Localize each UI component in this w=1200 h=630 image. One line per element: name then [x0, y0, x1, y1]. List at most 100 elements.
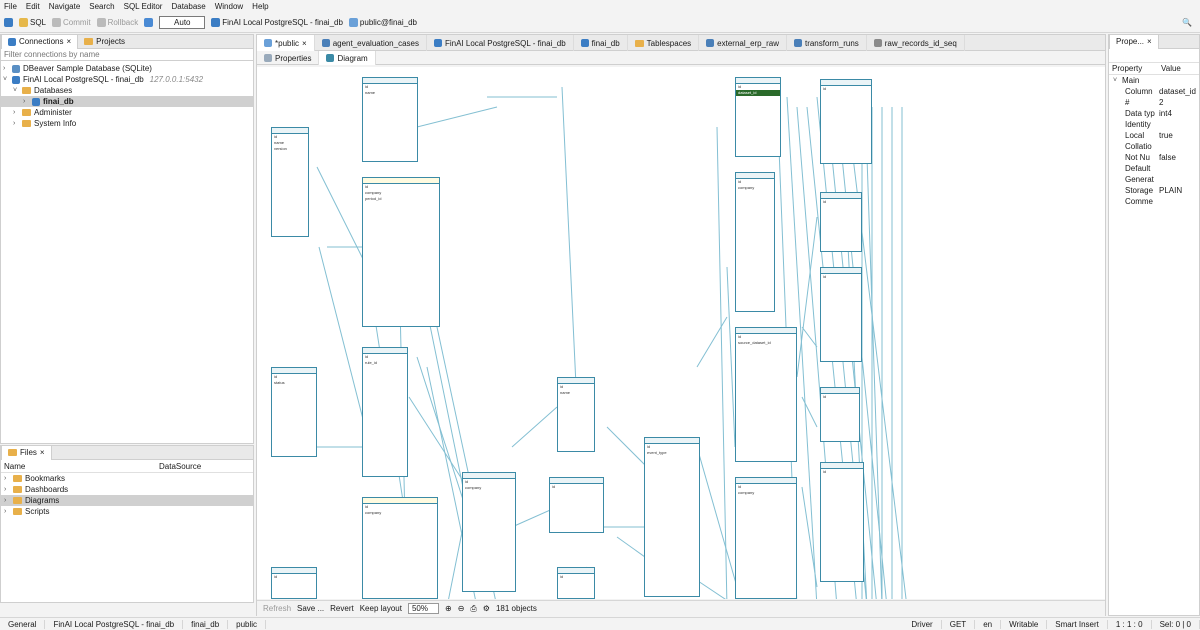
- entity-table[interactable]: id: [820, 267, 862, 362]
- tab-files[interactable]: Files ×: [1, 445, 52, 460]
- entity-table[interactable]: id name: [362, 77, 418, 162]
- menu-window[interactable]: Window: [215, 2, 243, 11]
- zoom-out-icon[interactable]: ⊖: [458, 604, 465, 613]
- property-row[interactable]: Collatio: [1109, 141, 1199, 152]
- col-datasource: DataSource: [159, 462, 202, 471]
- property-row[interactable]: #2: [1109, 97, 1199, 108]
- property-row[interactable]: Column dataset_id: [1109, 86, 1199, 97]
- search-button[interactable]: 🔍: [1182, 18, 1192, 27]
- entity-table[interactable]: id: [820, 387, 860, 442]
- entity-table[interactable]: id rule_id: [362, 347, 408, 477]
- revert-button[interactable]: Revert: [330, 604, 354, 613]
- menu-file[interactable]: File: [4, 2, 17, 11]
- sequence-icon: [873, 39, 882, 47]
- connection-filter-input[interactable]: Filter connections by name: [1, 49, 253, 61]
- entity-table[interactable]: id status: [271, 367, 317, 457]
- menu-sql-editor[interactable]: SQL Editor: [124, 2, 163, 11]
- new-connection-button[interactable]: [4, 18, 13, 27]
- tree-item-databases[interactable]: ˅ Databases: [1, 85, 253, 96]
- files-item-bookmarks[interactable]: › Bookmarks: [1, 473, 253, 484]
- keep-layout-button[interactable]: Keep layout: [360, 604, 402, 613]
- er-diagram-canvas[interactable]: id name version id name id company period_id …: [257, 67, 1105, 599]
- tab-external-erp-raw[interactable]: external_erp_raw: [699, 35, 787, 51]
- property-row[interactable]: Identity: [1109, 119, 1199, 130]
- entity-table[interactable]: id company: [735, 477, 797, 599]
- schema-selector[interactable]: public@finai_db: [348, 18, 417, 27]
- property-row[interactable]: Data typ int4: [1109, 108, 1199, 119]
- tab-finai-connection[interactable]: FinAI Local PostgreSQL - finai_db: [427, 35, 574, 51]
- status-path-connection[interactable]: FinAI Local PostgreSQL - finai_db: [45, 619, 184, 629]
- files-tabs: Files ×: [1, 445, 253, 460]
- menu-search[interactable]: Search: [89, 2, 114, 11]
- entity-table[interactable]: id: [820, 79, 872, 164]
- entity-table[interactable]: id company: [462, 472, 516, 592]
- entity-table[interactable]: id company: [735, 172, 775, 312]
- tab-raw-records-id-seq[interactable]: raw_records_id_seq: [867, 35, 965, 51]
- files-item-dashboards[interactable]: › Dashboards: [1, 484, 253, 495]
- property-row[interactable]: Local true: [1109, 130, 1199, 141]
- entity-table[interactable]: id: [820, 192, 862, 252]
- properties-group-main[interactable]: ˅ Main: [1109, 75, 1199, 86]
- perspective-general[interactable]: General: [0, 619, 46, 629]
- tab-tablespaces[interactable]: Tablespaces: [628, 35, 700, 51]
- database-icon: [580, 39, 589, 47]
- tab-public[interactable]: *public ×: [257, 35, 315, 51]
- menu-database[interactable]: Database: [171, 2, 205, 11]
- entity-table[interactable]: id name: [557, 377, 595, 452]
- entity-table[interactable]: id source_dataset_id: [735, 327, 797, 462]
- entity-table[interactable]: id: [820, 462, 864, 582]
- commit-button[interactable]: Commit: [52, 18, 91, 27]
- zoom-in-icon[interactable]: ⊕: [445, 604, 452, 613]
- save-button[interactable]: Save ...: [297, 604, 324, 613]
- sub-tabs: Properties Diagram: [257, 51, 1105, 65]
- tree-item-sample-db[interactable]: › DBeaver Sample Database (SQLite): [1, 63, 253, 74]
- menu-navigate[interactable]: Navigate: [49, 2, 81, 11]
- entity-table[interactable]: id dataset_id: [735, 77, 781, 157]
- connection-selector[interactable]: FinAI Local PostgreSQL - finai_db: [211, 18, 343, 27]
- tab-agent-evaluation-cases[interactable]: agent_evaluation_cases: [315, 35, 427, 51]
- rollback-button[interactable]: Rollback: [96, 18, 138, 27]
- menu-edit[interactable]: Edit: [26, 2, 40, 11]
- settings-icon[interactable]: ⚙: [483, 604, 490, 613]
- files-item-diagrams[interactable]: › Diagrams: [1, 495, 253, 506]
- entity-table[interactable]: id name version: [271, 127, 309, 237]
- tab-connections[interactable]: Connections ×: [1, 34, 79, 49]
- tab-transform-runs[interactable]: transform_runs: [787, 35, 867, 51]
- property-row[interactable]: Generat: [1109, 174, 1199, 185]
- auto-commit-select[interactable]: Auto: [159, 16, 206, 29]
- commit-icon: [52, 18, 62, 27]
- diagram-icon: [326, 54, 335, 62]
- property-row[interactable]: Default: [1109, 163, 1199, 174]
- files-item-scripts[interactable]: › Scripts: [1, 506, 253, 517]
- refresh-button[interactable]: Refresh: [263, 604, 291, 613]
- tree-item-finai-db[interactable]: › finai_db: [1, 96, 253, 107]
- tree-item-finai-connection[interactable]: ˅ FinAI Local PostgreSQL - finai_db 127.0.…: [1, 74, 253, 85]
- tab-projects[interactable]: Projects: [78, 35, 131, 49]
- status-bar: General FinAI Local PostgreSQL - finai_d…: [0, 617, 1200, 630]
- subtab-diagram[interactable]: Diagram: [319, 51, 376, 65]
- entity-table[interactable]: id company period_id: [362, 177, 440, 327]
- sql-editor-button[interactable]: SQL: [19, 18, 46, 27]
- subtab-properties[interactable]: Properties: [257, 51, 320, 65]
- tab-finai-db[interactable]: finai_db: [574, 35, 628, 51]
- schema-icon: [264, 39, 272, 47]
- entity-table[interactable]: id company: [362, 497, 438, 599]
- transaction-mode-button[interactable]: [144, 18, 154, 27]
- status-path-schema[interactable]: public: [228, 619, 267, 629]
- database-icon: [211, 18, 221, 27]
- entity-table[interactable]: id: [271, 567, 317, 599]
- entity-table[interactable]: id: [549, 477, 604, 533]
- print-icon[interactable]: ⎙: [470, 604, 476, 614]
- entity-table[interactable]: id: [557, 567, 595, 599]
- tab-properties[interactable]: Prope... ×: [1109, 34, 1159, 49]
- entity-table[interactable]: id event_type: [644, 437, 700, 597]
- property-row[interactable]: Storage PLAIN: [1109, 185, 1199, 196]
- property-row[interactable]: Comme: [1109, 196, 1199, 207]
- status-path-database[interactable]: finai_db: [183, 619, 229, 629]
- zoom-select[interactable]: 50%: [407, 603, 439, 614]
- tree-item-system-info[interactable]: › System Info: [1, 118, 253, 129]
- tree-item-administer[interactable]: › Administer: [1, 107, 253, 118]
- property-row[interactable]: Not Nu false: [1109, 152, 1199, 163]
- transaction-icon: [144, 18, 154, 27]
- menu-help[interactable]: Help: [252, 2, 268, 11]
